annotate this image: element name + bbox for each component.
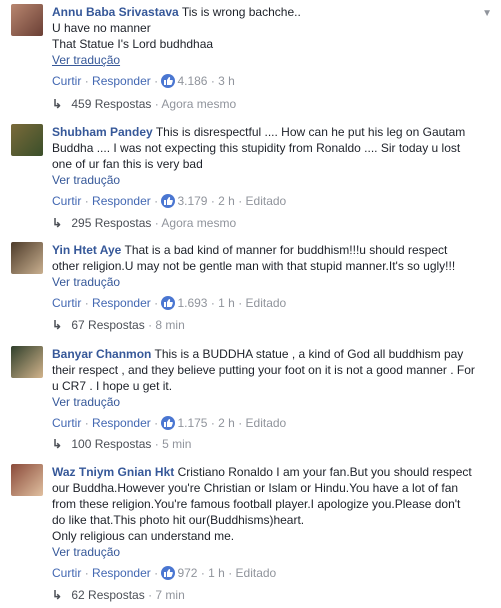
comment-time[interactable]: 2 h <box>218 194 235 208</box>
replies-count-link[interactable]: 62 Respostas <box>71 588 144 602</box>
chevron-down-icon[interactable]: ▼ <box>482 8 492 19</box>
see-translation-link[interactable]: Ver tradução <box>52 172 477 188</box>
replies-count-link[interactable]: 100 Respostas <box>71 437 151 451</box>
edited-label[interactable]: Editado <box>246 416 287 430</box>
comment-text: That Statue I's Lord budhdhaa <box>52 37 214 51</box>
avatar[interactable] <box>11 4 43 36</box>
comment-author[interactable]: Waz Tniym Gnian Hkt <box>52 465 174 479</box>
avatar[interactable] <box>11 464 43 496</box>
comment-actions: Curtir · Responder · 1.175 · 2 h · Edita… <box>52 416 287 430</box>
comment-body: Waz Tniym Gnian Hkt Cristiano Ronaldo I … <box>52 464 477 582</box>
replies-count-link[interactable]: 295 Respostas <box>71 216 151 230</box>
reply-link[interactable]: Responder <box>92 296 151 310</box>
avatar[interactable] <box>11 124 43 156</box>
reply-arrow-icon: ↳ <box>52 97 63 111</box>
replies-time: 7 min <box>155 588 185 602</box>
comment-actions: Curtir · Responder · 1.693 · 1 h · Edita… <box>52 296 287 310</box>
replies-count-link[interactable]: 459 Respostas <box>71 97 151 111</box>
comment-time[interactable]: 1 h <box>218 296 235 310</box>
edited-label[interactable]: Editado <box>236 566 277 580</box>
like-count[interactable]: 1.175 <box>177 416 207 430</box>
see-translation-link[interactable]: Ver tradução <box>52 544 477 560</box>
replies-row[interactable]: ↳ 100 Respostas · 5 min <box>52 436 191 452</box>
replies-row[interactable]: ↳ 459 Respostas · Agora mesmo <box>52 96 236 112</box>
reply-link[interactable]: Responder <box>92 416 151 430</box>
reply-arrow-icon: ↳ <box>52 318 63 332</box>
edited-label[interactable]: Editado <box>246 296 287 310</box>
see-translation-link[interactable]: Ver tradução <box>52 52 477 68</box>
replies-time: Agora mesmo <box>161 97 237 111</box>
comment-text: Only religious can understand me. <box>52 529 235 543</box>
thumbs-up-icon[interactable] <box>161 296 176 310</box>
reply-link[interactable]: Responder <box>92 74 151 88</box>
reply-arrow-icon: ↳ <box>52 216 63 230</box>
like-link[interactable]: Curtir <box>52 566 81 580</box>
comment-time[interactable]: 1 h <box>208 566 225 580</box>
edited-label[interactable]: Editado <box>246 194 287 208</box>
like-link[interactable]: Curtir <box>52 194 81 208</box>
comment-actions: Curtir · Responder · 3.179 · 2 h · Edita… <box>52 194 287 208</box>
replies-time: 8 min <box>155 318 185 332</box>
thumbs-up-icon[interactable] <box>161 194 176 208</box>
replies-row[interactable]: ↳ 62 Respostas · 7 min <box>52 587 185 603</box>
like-link[interactable]: Curtir <box>52 416 81 430</box>
avatar[interactable] <box>11 346 43 378</box>
like-link[interactable]: Curtir <box>52 74 81 88</box>
like-count[interactable]: 1.693 <box>177 296 207 310</box>
like-count[interactable]: 972 <box>177 566 197 580</box>
comment-actions: Curtir · Responder · 972 · 1 h · Editado <box>52 566 277 580</box>
avatar[interactable] <box>11 242 43 274</box>
comment-time[interactable]: 2 h <box>218 416 235 430</box>
reply-link[interactable]: Responder <box>92 194 151 208</box>
comment-body: Yin Htet Aye That is a bad kind of manne… <box>52 242 477 312</box>
like-link[interactable]: Curtir <box>52 296 81 310</box>
see-translation-link[interactable]: Ver tradução <box>52 394 477 410</box>
thumbs-up-icon[interactable] <box>161 416 176 430</box>
comment-text: U have no manner <box>52 21 151 35</box>
comment-author[interactable]: Yin Htet Aye <box>52 243 121 257</box>
replies-count-link[interactable]: 67 Respostas <box>71 318 144 332</box>
comment-text: Tis is wrong bachche.. <box>181 5 301 19</box>
comment-body: Annu Baba Srivastava Tis is wrong bachch… <box>52 4 477 90</box>
comment-time[interactable]: 3 h <box>218 74 235 88</box>
see-translation-link[interactable]: Ver tradução <box>52 274 477 290</box>
comment-body: Shubham Pandey This is disrespectful ...… <box>52 124 477 210</box>
reply-arrow-icon: ↳ <box>52 437 63 451</box>
comment-actions: Curtir · Responder · 4.186 · 3 h <box>52 74 235 88</box>
like-count[interactable]: 4.186 <box>177 74 207 88</box>
thumbs-up-icon[interactable] <box>161 566 176 580</box>
comment-author[interactable]: Banyar Chanmon <box>52 347 151 361</box>
replies-time: Agora mesmo <box>161 216 237 230</box>
replies-time: 5 min <box>162 437 192 451</box>
comment-author[interactable]: Shubham Pandey <box>52 125 153 139</box>
reply-link[interactable]: Responder <box>92 566 151 580</box>
like-count[interactable]: 3.179 <box>177 194 207 208</box>
comment-body: Banyar Chanmon This is a BUDDHA statue ,… <box>52 346 477 432</box>
thumbs-up-icon[interactable] <box>161 74 176 88</box>
comment-author[interactable]: Annu Baba Srivastava <box>52 5 179 19</box>
replies-row[interactable]: ↳ 295 Respostas · Agora mesmo <box>52 215 236 231</box>
replies-row[interactable]: ↳ 67 Respostas · 8 min <box>52 317 185 333</box>
reply-arrow-icon: ↳ <box>52 588 63 602</box>
